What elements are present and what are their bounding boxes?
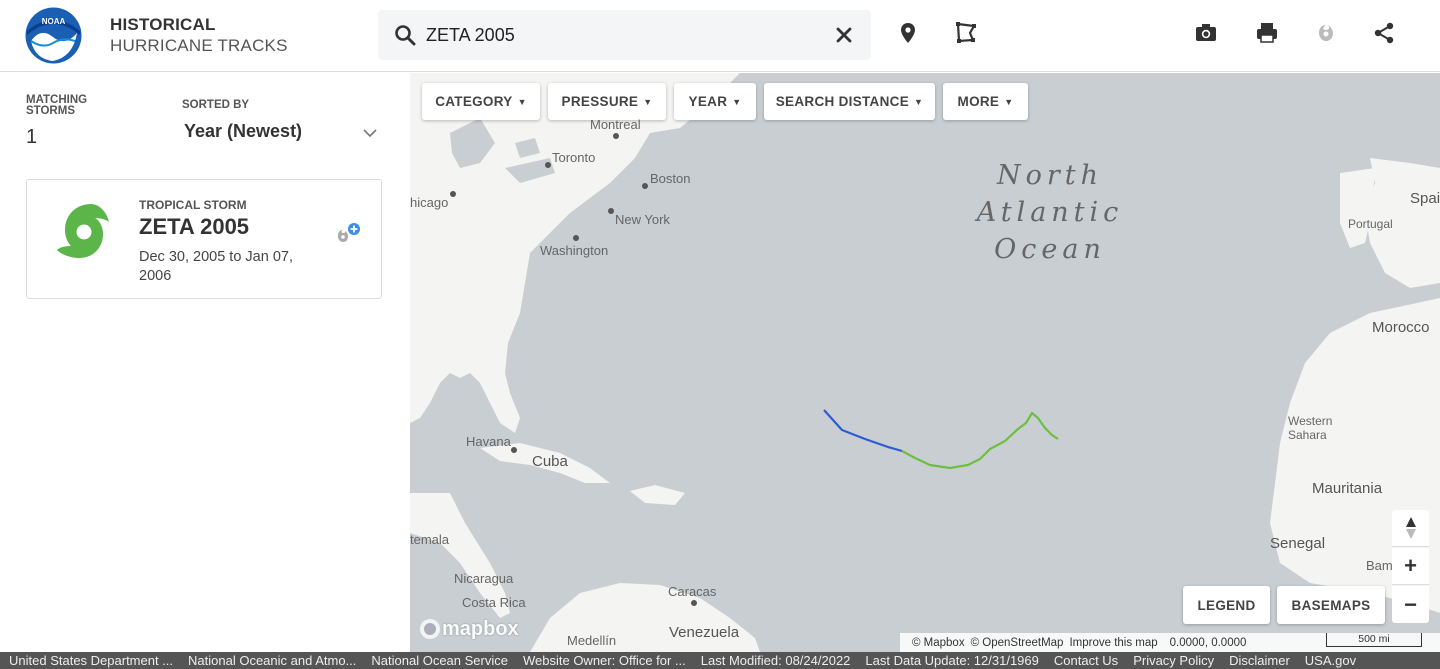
place-label: Toronto <box>552 150 596 165</box>
zoom-out-button[interactable]: − <box>1392 586 1429 623</box>
footer-last-modified: Last Modified: 08/24/2022 <box>700 653 851 668</box>
pressure-filter[interactable]: PRESSURE ▼ <box>548 83 666 120</box>
sort-select[interactable]: Year (Newest) <box>184 121 302 142</box>
close-icon[interactable] <box>833 24 855 46</box>
compass-icon <box>1405 517 1416 539</box>
place-label: temala <box>410 532 450 547</box>
place-label: New York <box>615 212 670 227</box>
ocean-label: North Atlantic Ocean <box>976 160 1124 265</box>
more-filter[interactable]: MORE ▼ <box>943 83 1028 120</box>
search-icon[interactable] <box>394 24 416 46</box>
basemaps-button[interactable]: BASEMAPS <box>1277 586 1385 624</box>
category-filter[interactable]: CATEGORY ▼ <box>422 83 540 120</box>
city-dot <box>691 600 697 606</box>
place-label: Portugal <box>1348 217 1393 231</box>
logo-text: NOAA <box>42 17 66 26</box>
mapbox-logo[interactable]: mapbox <box>418 617 519 641</box>
app-header: NOAA HISTORICAL HURRICANE TRACKS <box>0 0 1440 72</box>
footer-link[interactable]: United States Department ... <box>9 653 173 668</box>
matching-storms-label: MATCHING STORMS <box>26 94 88 117</box>
footer-link[interactable]: Privacy Policy <box>1133 653 1214 668</box>
mapbox-attribution-link[interactable]: © Mapbox <box>912 637 965 649</box>
storm-card[interactable]: TROPICAL STORM ZETA 2005 Dec 30, 2005 to… <box>26 179 382 299</box>
track-depression <box>823 409 903 453</box>
scale-bar: 500 mi <box>1326 633 1422 647</box>
compass-button[interactable] <box>1392 510 1429 547</box>
improve-map-link[interactable]: Improve this map <box>1069 637 1157 649</box>
place-label: Senegal <box>1270 535 1326 552</box>
place-label: Spai <box>1410 190 1440 207</box>
city-dot <box>511 447 517 453</box>
place-label: Cuba <box>532 453 568 470</box>
chevron-down-icon: ▼ <box>1004 96 1014 107</box>
tropical-storm-icon <box>57 204 109 258</box>
place-label: Nicaragua <box>454 571 514 586</box>
search-distance-filter[interactable]: SEARCH DISTANCE ▼ <box>764 83 935 120</box>
results-sidebar: MATCHING STORMS 1 SORTED BY Year (Newest… <box>0 73 410 652</box>
minus-icon: − <box>1404 591 1417 617</box>
storm-category: TROPICAL STORM <box>139 198 247 212</box>
legend-button[interactable]: LEGEND <box>1183 586 1270 624</box>
year-filter[interactable]: YEAR ▼ <box>674 83 756 120</box>
place-label: Medellín <box>567 633 617 648</box>
osm-attribution-link[interactable]: © OpenStreetMap <box>971 637 1064 649</box>
footer-link[interactable]: Disclaimer <box>1229 653 1290 668</box>
footer-last-update: Last Data Update: 12/31/1969 <box>865 653 1039 668</box>
place-label: Washington <box>540 243 609 258</box>
footer-link[interactable]: National Oceanic and Atmo... <box>188 653 356 668</box>
place-label: Havana <box>466 434 511 449</box>
place-label: Boston <box>650 171 691 186</box>
city-dot <box>613 133 619 139</box>
map-pin-icon[interactable] <box>895 20 921 46</box>
storm-name: ZETA 2005 <box>139 214 250 239</box>
share-icon[interactable] <box>1371 20 1397 46</box>
site-footer: United States Department ... National Oc… <box>0 652 1440 669</box>
city-dot <box>545 162 551 168</box>
search-box <box>378 10 871 60</box>
sorted-by-label: SORTED BY <box>182 99 250 111</box>
place-label: Western Sahara <box>1288 414 1333 442</box>
print-icon[interactable] <box>1254 20 1280 46</box>
place-label: Venezuela <box>669 624 740 641</box>
footer-link[interactable]: National Ocean Service <box>371 653 508 668</box>
noaa-logo[interactable]: NOAA <box>25 7 82 64</box>
city-dot <box>642 183 648 189</box>
footer-link[interactable]: Website Owner: Office for ... <box>523 653 686 668</box>
footer-link[interactable]: USA.gov <box>1305 653 1356 668</box>
city-dot <box>608 208 614 214</box>
mapbox-icon <box>420 619 440 639</box>
city-dot <box>573 235 579 241</box>
chevron-down-icon: ▼ <box>643 96 653 107</box>
footer-link[interactable]: Contact Us <box>1054 653 1118 668</box>
place-label: hicago <box>410 195 449 210</box>
chevron-down-icon: ▼ <box>914 96 924 107</box>
city-dot <box>450 191 456 197</box>
place-label: Morocco <box>1372 319 1430 336</box>
place-label: Costa Rica <box>462 595 526 610</box>
coordinates-readout: 0.0000, 0.0000 <box>1169 636 1247 649</box>
hurricane-icon[interactable] <box>1313 20 1339 46</box>
place-label: Montreal <box>590 117 641 132</box>
draw-polygon-icon[interactable] <box>953 20 979 46</box>
place-label: Caracas <box>668 584 717 599</box>
app-title: HISTORICAL <box>110 15 216 34</box>
camera-icon[interactable] <box>1193 20 1219 46</box>
matching-storms-count: 1 <box>26 126 38 148</box>
storm-dates: Dec 30, 2005 to Jan 07, 2006 <box>139 249 293 284</box>
place-label: Mauritania <box>1312 480 1383 497</box>
plus-icon: + <box>1404 553 1417 578</box>
track-tropical-storm <box>901 411 1059 470</box>
chevron-down-icon: ▼ <box>732 96 742 107</box>
map-view[interactable]: CATEGORY ▼ PRESSURE ▼ YEAR ▼ SEARCH DISTANC… <box>410 73 1440 652</box>
zoom-in-button[interactable]: + <box>1392 548 1429 585</box>
chevron-down-icon: ▼ <box>517 96 527 107</box>
app-subtitle: HURRICANE TRACKS <box>110 36 288 55</box>
search-input[interactable] <box>426 22 806 48</box>
add-storm-icon[interactable] <box>335 222 363 248</box>
chevron-down-icon[interactable] <box>362 126 378 140</box>
